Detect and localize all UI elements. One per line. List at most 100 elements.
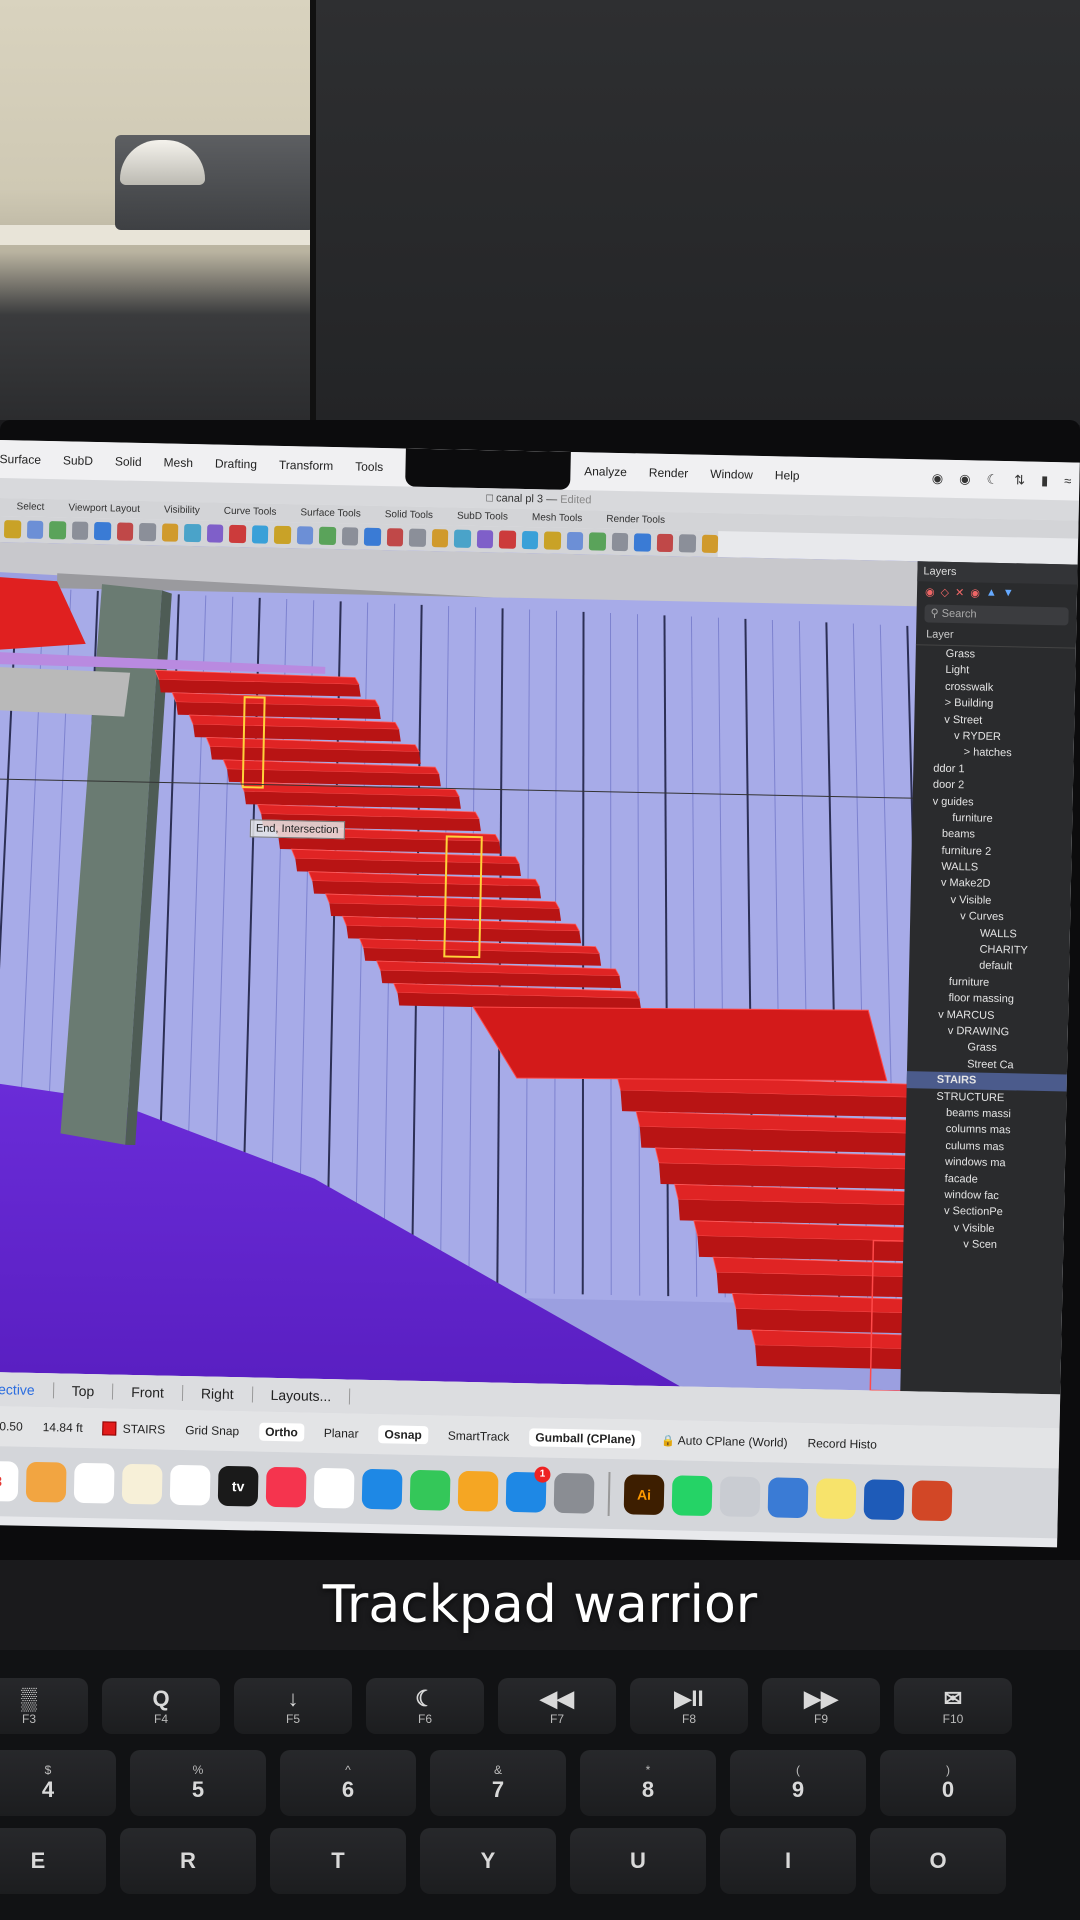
whatsapp-app-icon[interactable]	[671, 1475, 713, 1517]
toolbar-tool-icon[interactable]	[633, 533, 651, 552]
toolbar-tool-icon[interactable]	[431, 529, 449, 548]
toolbar-tab-mesh-tools[interactable]: Mesh Tools	[532, 509, 583, 528]
numbers-app-icon[interactable]	[409, 1469, 451, 1511]
freeform-app-icon[interactable]	[169, 1464, 211, 1506]
key[interactable]: ↓ F5	[234, 1678, 352, 1734]
menu-item-tools[interactable]: Tools	[355, 459, 383, 474]
menu-item-drafting[interactable]: Drafting	[215, 457, 257, 472]
pages-app-icon[interactable]	[457, 1470, 499, 1512]
toolbar-tool-icon[interactable]	[318, 526, 336, 546]
toolbar-tab-subd-tools[interactable]: SubD Tools	[457, 508, 508, 527]
wifi-icon[interactable]: ≈	[1064, 473, 1071, 489]
key-e[interactable]: E	[0, 1828, 106, 1894]
menu-item-render[interactable]: Render	[649, 466, 689, 481]
key[interactable]: ^ 6	[280, 1750, 416, 1816]
sync-icon[interactable]: ⇅	[1014, 472, 1025, 488]
toolbar-tool-icon[interactable]	[341, 527, 359, 546]
key[interactable]: & 7	[430, 1750, 566, 1816]
toolbar-tool-icon[interactable]	[453, 529, 471, 548]
osnap-toggle[interactable]: Osnap	[378, 1425, 429, 1445]
toolbar-tool-icon[interactable]	[408, 528, 426, 547]
illustrator-app-icon[interactable]: Ai	[623, 1474, 665, 1516]
key[interactable]: ▒ F3	[0, 1678, 88, 1734]
smarttrack-toggle[interactable]: SmartTrack	[448, 1429, 510, 1444]
gumball-toggle[interactable]: Gumball (CPlane)	[529, 1428, 642, 1449]
toolbar-tool-icon[interactable]	[611, 532, 629, 552]
system-settings-icon[interactable]	[553, 1472, 595, 1514]
toolbar-tab-render-tools[interactable]: Render Tools	[606, 511, 665, 530]
preview-app-icon[interactable]	[767, 1477, 809, 1519]
auto-cplane-toggle[interactable]: 🔒 Auto CPlane (World)	[661, 1433, 787, 1449]
calendar-app-icon[interactable]: 3	[0, 1460, 19, 1502]
toolbar-tool-icon[interactable]	[678, 534, 696, 553]
toolbar-tool-icon[interactable]	[206, 524, 224, 543]
toolbar-tool-icon[interactable]	[71, 521, 89, 540]
toolbar-tool-icon[interactable]	[161, 523, 179, 542]
toolbar-tool-icon[interactable]	[386, 528, 404, 547]
screen-record-icon[interactable]: ◉	[932, 471, 944, 487]
key[interactable]: Q F4	[102, 1678, 220, 1734]
toolbar-tab-solid-tools[interactable]: Solid Tools	[385, 506, 434, 525]
key[interactable]: % 5	[130, 1750, 266, 1816]
app-store-icon[interactable]: 1	[505, 1466, 551, 1513]
copy-layer-icon[interactable]: ◇	[940, 586, 949, 599]
move-up-icon[interactable]: ▲	[986, 587, 997, 600]
contacts-app-icon[interactable]	[25, 1461, 67, 1503]
menu-item-window[interactable]: Window	[710, 467, 753, 482]
key[interactable]: (9	[730, 1750, 866, 1816]
toolbar-tool-icon[interactable]	[701, 534, 719, 554]
toolbar-tool-icon[interactable]	[251, 525, 269, 544]
key[interactable]: ▶II F8	[630, 1678, 748, 1734]
toolbar-tab-surface-tools[interactable]: Surface Tools	[300, 504, 361, 523]
toolbar-tool-icon[interactable]	[476, 530, 494, 549]
menu-item-solid[interactable]: Solid	[115, 454, 142, 469]
delete-layer-icon[interactable]: ✕	[955, 586, 964, 599]
keynote-app-icon[interactable]	[361, 1468, 403, 1510]
layer-row[interactable]: v guides	[912, 793, 1072, 813]
key-r[interactable]: R	[120, 1828, 256, 1894]
ortho-toggle[interactable]: Ortho	[258, 1422, 305, 1442]
toolbar-tab-viewport-layout[interactable]: Viewport Layout	[68, 499, 140, 518]
moon-icon[interactable]: ☾	[986, 472, 998, 488]
viewport-tab-perspective[interactable]: ective	[0, 1380, 54, 1399]
record-history-toggle[interactable]: Record Histo	[807, 1436, 877, 1451]
music-app-icon[interactable]	[265, 1466, 307, 1508]
grid-snap-toggle[interactable]: Grid Snap	[185, 1423, 239, 1438]
key[interactable]: ☾ F6	[366, 1678, 484, 1734]
news-app-icon[interactable]	[313, 1467, 355, 1509]
control-icon[interactable]: ◉	[959, 471, 971, 487]
toolbar-tool-icon[interactable]	[543, 531, 561, 550]
menu-item-help[interactable]: Help	[775, 468, 800, 483]
apple-tv-app-icon[interactable]: tv	[217, 1465, 259, 1507]
menu-item-mesh[interactable]: Mesh	[163, 455, 193, 470]
toolbar-tool-icon[interactable]	[183, 523, 201, 543]
key[interactable]: ✉ F10	[894, 1678, 1012, 1734]
menu-item-surface[interactable]: Surface	[0, 452, 41, 467]
toolbar-tool-icon[interactable]	[116, 522, 134, 541]
viewport-tab-top[interactable]: Top	[53, 1382, 114, 1400]
toolbar-tool-icon[interactable]	[273, 525, 291, 545]
menu-item-transform[interactable]: Transform	[279, 458, 334, 473]
toolbar-tool-icon[interactable]	[498, 530, 516, 549]
layer-row[interactable]: v Scen	[903, 1235, 1063, 1255]
key-y[interactable]: Y	[420, 1828, 556, 1894]
menu-item-subd[interactable]: SubD	[63, 453, 93, 468]
toolbar-tab-visibility[interactable]: Visibility	[164, 501, 200, 520]
key-u[interactable]: U	[570, 1828, 706, 1894]
key-t[interactable]: T	[270, 1828, 406, 1894]
rhino-app-icon[interactable]	[719, 1476, 761, 1518]
reminders-app-icon[interactable]	[73, 1462, 115, 1504]
perspective-viewport[interactable]: End, Intersection	[0, 541, 923, 1392]
stickies-app-icon[interactable]	[815, 1478, 857, 1520]
toolbar-tool-icon[interactable]	[521, 530, 539, 550]
toolbar-tool-icon[interactable]	[656, 533, 674, 553]
key[interactable]: * 8	[580, 1750, 716, 1816]
toolbar-tool-icon[interactable]	[363, 527, 381, 546]
toolbar-tool-icon[interactable]	[26, 520, 44, 539]
menu-item-analyze[interactable]: Analyze	[584, 464, 627, 479]
key[interactable]: ) 0	[880, 1750, 1016, 1816]
planar-toggle[interactable]: Planar	[324, 1426, 359, 1441]
toolbar-tool-icon[interactable]	[588, 532, 606, 551]
viewport-tab-right[interactable]: Right	[182, 1385, 253, 1403]
viewport-canvas[interactable]	[0, 541, 923, 1392]
